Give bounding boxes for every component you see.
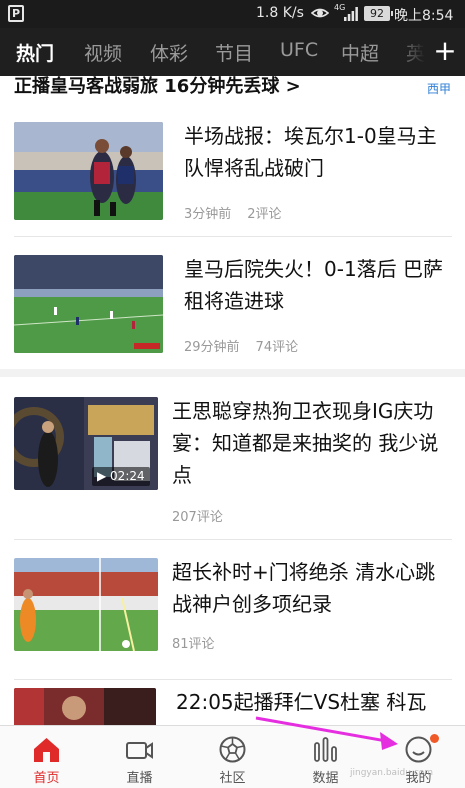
news-thumbnail: ▶ 02:24 [14,397,158,490]
news-thumbnail [14,688,156,725]
add-channel-button[interactable]: + [425,28,465,76]
channel-tabs: 热门 视频 体彩 节目 UFC 中超 英 + [0,28,465,76]
nav-home[interactable]: 首页 [0,726,93,788]
tab-programs[interactable]: 节目 [215,39,253,66]
watermark: jingyan.baidu.com [350,768,434,778]
news-item[interactable]: 半场战报：埃瓦尔1-0皇马主队悍将乱战破门 3分钟前 2评论 [0,104,465,234]
nav-label: 直播 [126,771,153,786]
news-comments[interactable]: 74评论 [256,340,299,355]
news-item[interactable]: 22:05起播拜仁VS杜塞 科瓦 [0,680,465,725]
nav-profile[interactable]: 我的 [372,726,465,788]
news-thumbnail [14,122,163,220]
news-meta: 207评论 [172,506,239,525]
clock: 晚上8:54 [394,8,454,24]
status-bar: P 1.8 K/s 4G 92 晚上8:54 [0,0,465,28]
news-thumbnail [14,255,163,353]
nav-label: 社区 [219,771,246,786]
news-comments[interactable]: 81评论 [172,637,215,652]
video-camera-icon [126,742,153,759]
profile-icon [405,736,432,763]
news-item[interactable]: 超长补时+门将绝杀 清水心跳战神户创多项纪录 81评论 [0,540,465,680]
nav-community[interactable]: 社区 [186,726,279,788]
news-title[interactable]: 皇马后院失火！0-1落后 巴萨租将造进球 [184,253,452,317]
news-title[interactable]: 22:05起播拜仁VS杜塞 科瓦 [176,686,456,718]
notification-dot [430,734,439,743]
tab-ufc[interactable]: UFC [280,39,318,61]
news-title[interactable]: 半场战报：埃瓦尔1-0皇马主队悍将乱战破门 [184,120,446,184]
section-gap [0,369,465,377]
video-duration: ▶ 02:24 [92,467,150,486]
bottom-navigation: 首页 直播 社区 数据 我的 [0,725,465,788]
news-time: 29分钟前 [184,340,240,355]
signal-icon [344,7,358,21]
nav-live[interactable]: 直播 [93,726,186,788]
news-comments[interactable]: 2评论 [247,207,281,222]
app-notification-icon: P [8,5,24,22]
nav-data[interactable]: 数据 [279,726,372,788]
network-speed: 1.8 K/s [256,5,304,21]
news-thumbnail [14,558,158,651]
soccer-ball-icon [219,736,246,763]
nav-label: 首页 [33,771,60,786]
eye-icon [311,8,329,18]
battery-icon: 92 [364,6,393,21]
news-title[interactable]: 超长补时+门将绝杀 清水心跳战神户创多项纪录 [172,556,452,620]
tab-video[interactable]: 视频 [84,39,122,66]
news-title[interactable]: 王思聪穿热狗卫衣现身IG庆功宴：知道都是来抽奖的 我少说点 [172,395,452,491]
news-meta: 81评论 [172,633,231,652]
news-comments[interactable]: 207评论 [172,510,223,525]
home-icon [34,738,59,762]
bar-stats-icon [314,737,337,762]
tab-lottery[interactable]: 体彩 [150,39,188,66]
tab-hot[interactable]: 热门 [16,39,54,66]
news-item-video[interactable]: ▶ 02:24 王思聪穿热狗卫衣现身IG庆功宴：知道都是来抽奖的 我少说点 20… [0,377,465,539]
news-meta: 29分钟前 74评论 [184,336,314,355]
news-time: 3分钟前 [184,207,232,222]
tab-csl[interactable]: 中超 [341,39,379,66]
league-tag[interactable]: 西甲 [427,80,451,97]
tabs-fade [395,28,425,76]
live-headline[interactable]: 正播皇马客战弱旅 16分钟先丢球 > [14,76,414,98]
news-item[interactable]: 皇马后院失火！0-1落后 巴萨租将造进球 29分钟前 74评论 [0,237,465,367]
news-meta: 3分钟前 2评论 [184,203,298,222]
